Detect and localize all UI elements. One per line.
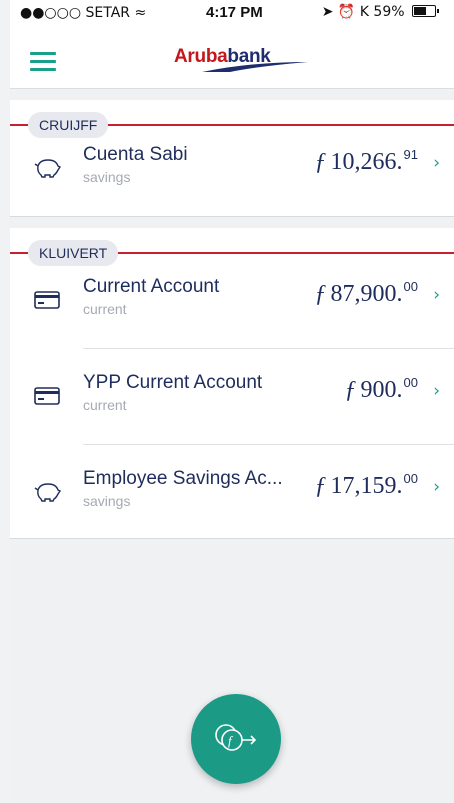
carrier: ●●○○○ SETAR ≈: [20, 5, 147, 21]
chevron-right-icon: ›: [433, 381, 440, 401]
account-row[interactable]: Current Account current ƒ 87,900.00 ›: [10, 252, 454, 348]
arubabank-logo: Arubabank: [174, 46, 308, 72]
transfer-money-icon: f: [215, 724, 257, 751]
account-name: Employee Savings Ac...: [83, 468, 283, 489]
app-screen: ●●○○○ SETAR ≈ 4:17 PM ➤ ⏰ K 59% Arubaban…: [10, 0, 454, 803]
chevron-right-icon: ›: [433, 477, 440, 497]
chevron-right-icon: ›: [433, 285, 440, 305]
account-balance: ƒ 87,900.00: [314, 279, 418, 307]
credit-card-icon: [34, 290, 60, 315]
clock: 4:17 PM: [206, 4, 263, 21]
account-row[interactable]: Cuenta Sabi savings ƒ 10,266.91 ›: [10, 120, 454, 216]
battery-icon: [412, 5, 439, 17]
account-balance: ƒ 900.00: [344, 375, 418, 403]
transfer-button[interactable]: f: [191, 694, 281, 784]
logo-swoosh-icon: [202, 62, 308, 72]
account-balance: ƒ 10,266.91: [314, 147, 418, 175]
alarm-icon: ⏰: [337, 4, 356, 20]
top-bar: ●●○○○ SETAR ≈ 4:17 PM ➤ ⏰ K 59% Arubaban…: [10, 0, 454, 89]
account-group-cruijff: CRUIJFF Cuenta Sabi savings ƒ 10,266.91 ›: [10, 100, 454, 217]
account-type: current: [83, 301, 127, 317]
piggy-bank-icon: [34, 158, 62, 183]
chevron-right-icon: ›: [433, 153, 440, 173]
account-type: savings: [83, 169, 131, 185]
account-balance: ƒ 17,159.00: [314, 471, 418, 499]
account-name: Current Account: [83, 276, 220, 297]
wifi-icon: ≈: [134, 5, 147, 21]
location-icon: ➤: [321, 4, 334, 20]
account-row[interactable]: Employee Savings Ac... savings ƒ 17,159.0…: [10, 444, 454, 540]
battery-percent: 59%: [373, 4, 405, 20]
account-type: savings: [83, 493, 131, 509]
hamburger-menu-icon[interactable]: [30, 52, 56, 71]
account-name: YPP Current Account: [83, 372, 263, 393]
account-type: current: [83, 397, 127, 413]
piggy-bank-icon: [34, 482, 62, 507]
credit-card-icon: [34, 386, 60, 411]
account-name: Cuenta Sabi: [83, 144, 188, 165]
bluetooth-icon: K: [359, 4, 369, 20]
status-bar: ●●○○○ SETAR ≈ 4:17 PM ➤ ⏰ K 59%: [10, 0, 454, 26]
account-group-kluivert: KLUIVERT Current Account current ƒ 87,900…: [10, 228, 454, 539]
account-row[interactable]: YPP Current Account current ƒ 900.00 ›: [10, 348, 454, 444]
status-right: ➤ ⏰ K 59%: [321, 4, 439, 20]
